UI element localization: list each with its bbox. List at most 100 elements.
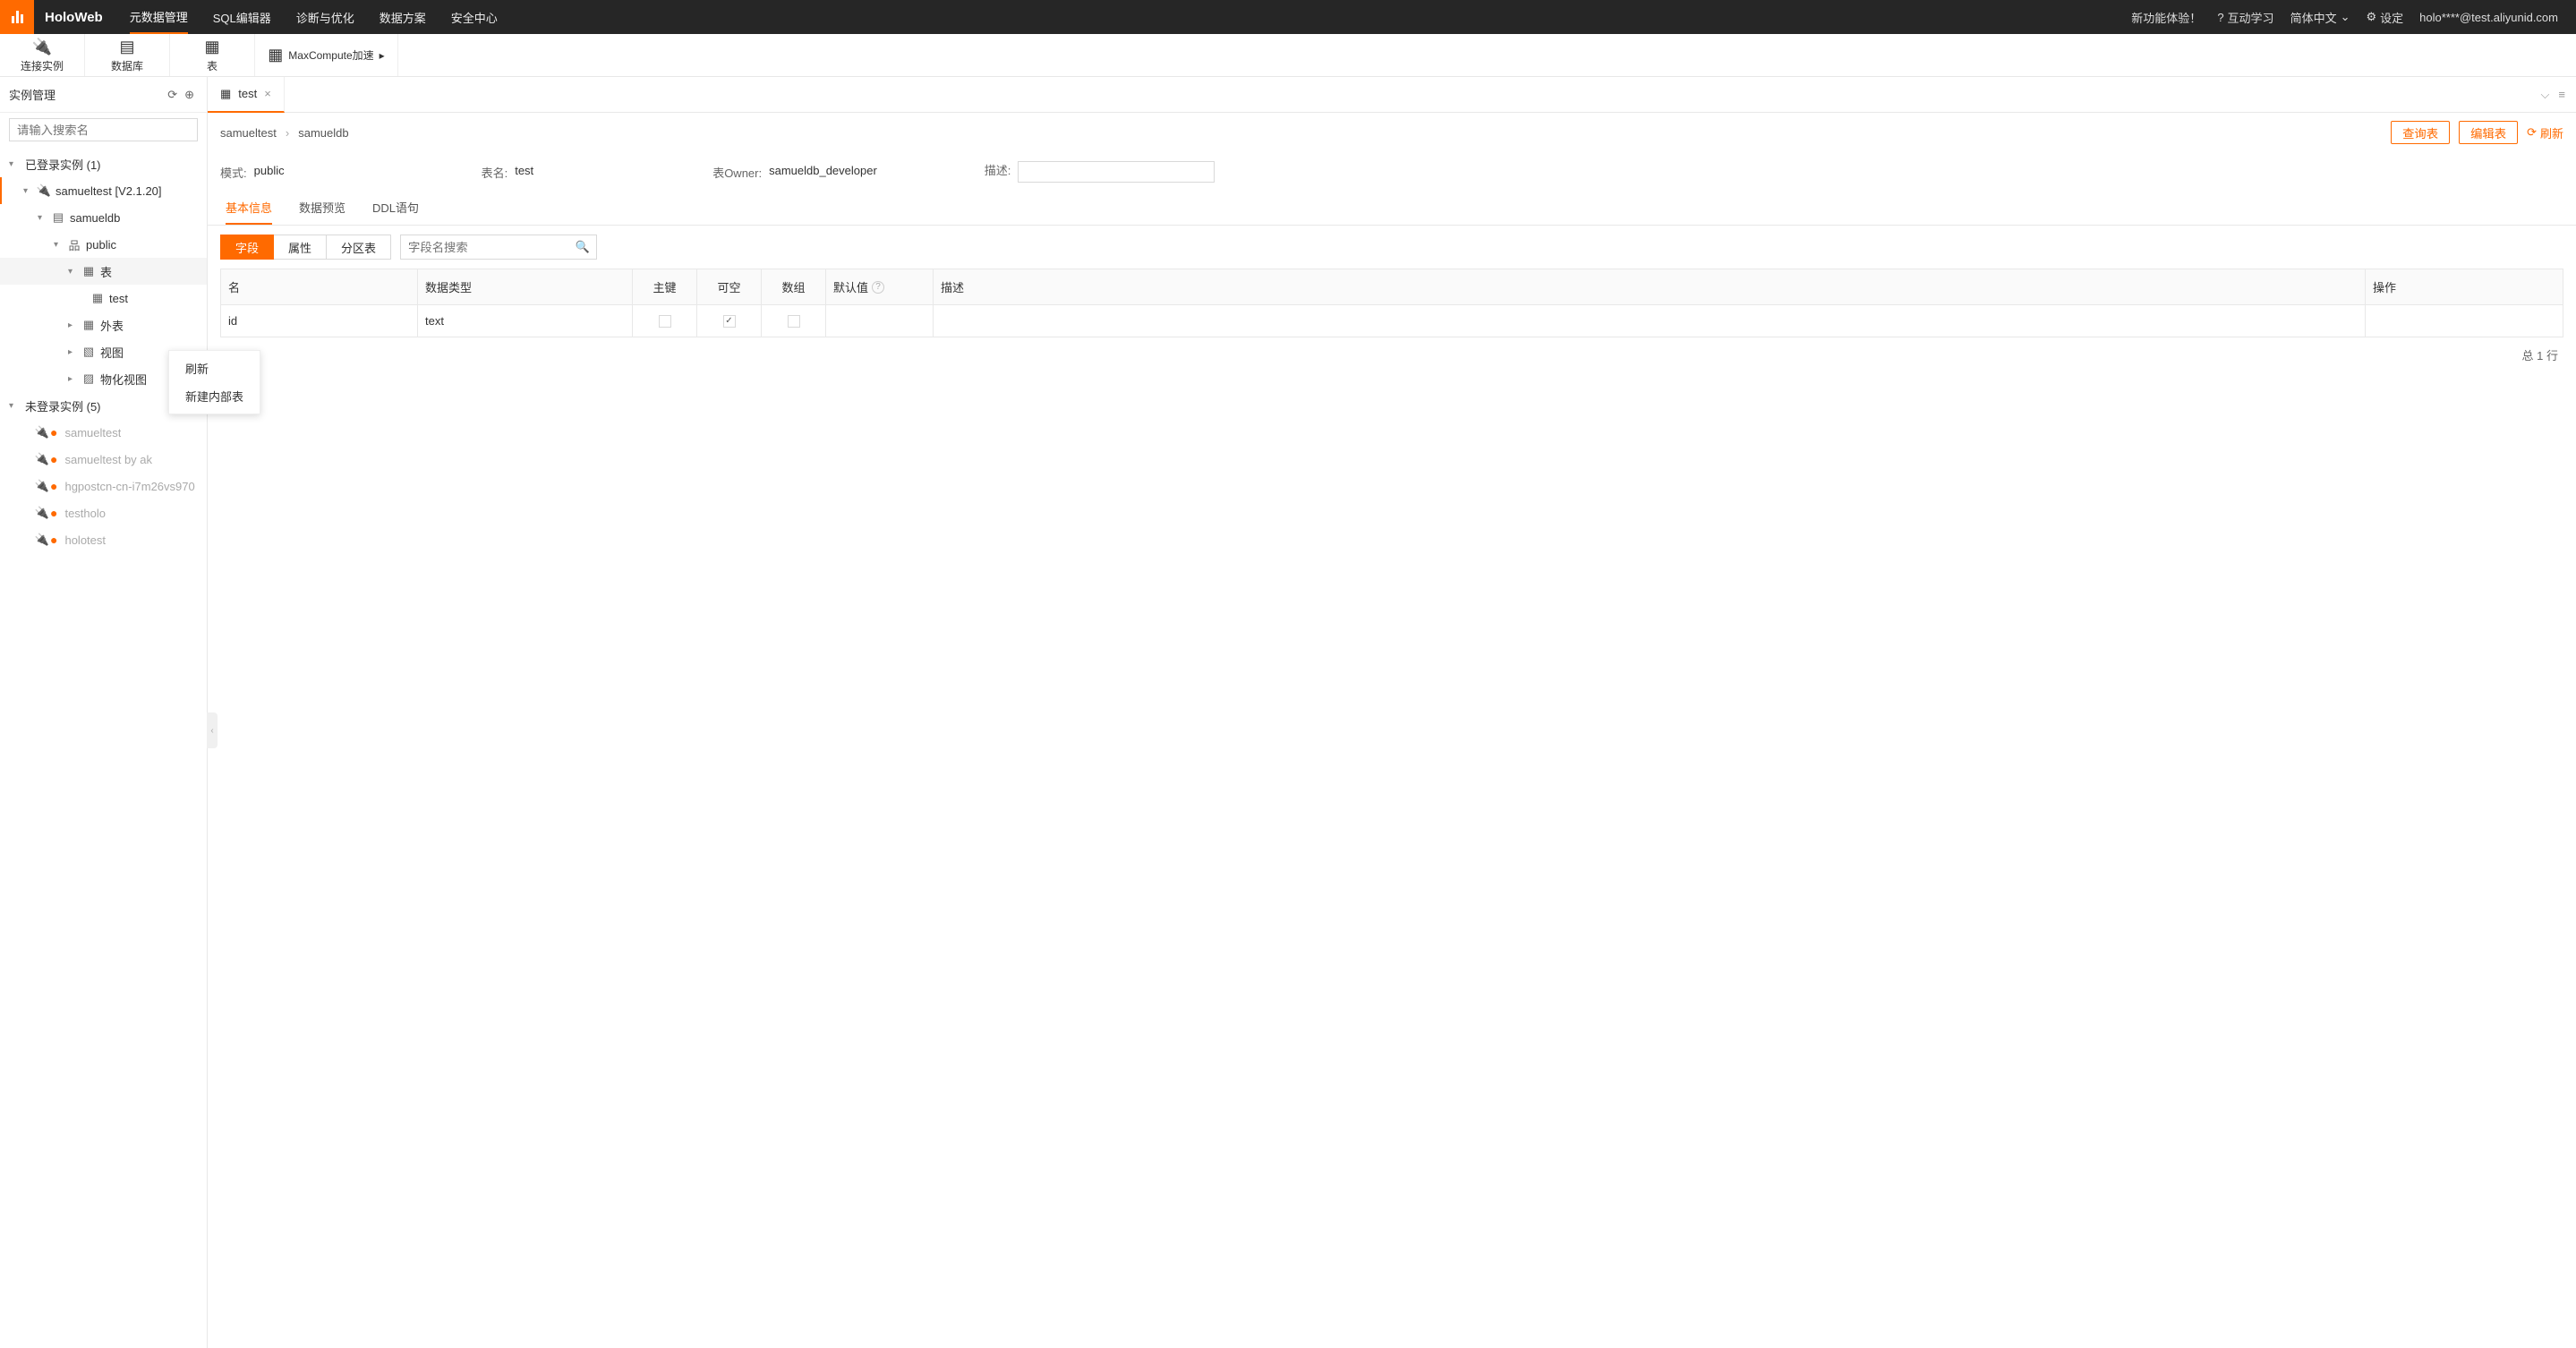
sidebar-header: 实例管理 ⟳ ⊕ <box>0 77 207 113</box>
query-table-button[interactable]: 查询表 <box>2391 121 2450 144</box>
checkbox-icon[interactable] <box>659 315 671 328</box>
nav-diagnose[interactable]: 诊断与优化 <box>296 0 354 34</box>
language-select[interactable]: 简体中文⌄ <box>2290 9 2350 26</box>
schema-icon: 品 <box>66 236 82 253</box>
collapse-sidebar-handle[interactable]: ‹ <box>207 712 218 748</box>
tree-database[interactable]: ▾▤samueldb <box>0 204 207 231</box>
cell-default <box>826 305 934 337</box>
warning-icon: ● <box>50 506 57 520</box>
tab-label: test <box>238 87 257 100</box>
nav-metadata[interactable]: 元数据管理 <box>130 0 188 34</box>
maximize-icon[interactable]: ⊕ <box>181 86 198 104</box>
context-menu: 刷新 新建内部表 <box>168 350 260 414</box>
meta-name-label: 表名: <box>482 164 508 181</box>
nav-dataplan[interactable]: 数据方案 <box>380 0 426 34</box>
table-icon: ▦ <box>204 38 219 56</box>
plug-icon: 🔌 <box>36 183 52 198</box>
field-search-input[interactable] <box>400 235 597 260</box>
search-input[interactable] <box>9 118 198 141</box>
plug-icon: 🔌 <box>34 533 50 547</box>
matview-icon: ▨ <box>81 371 97 386</box>
tree-table-test[interactable]: ▦test <box>0 285 207 311</box>
warning-icon: ● <box>50 479 57 493</box>
search-icon[interactable]: 🔍 <box>576 240 590 254</box>
subtab-basic[interactable]: 基本信息 <box>226 192 272 225</box>
edit-table-button[interactable]: 编辑表 <box>2459 121 2518 144</box>
col-default: 默认值? <box>826 269 934 304</box>
refresh-icon: ⟳ <box>2527 125 2537 140</box>
cell-type: text <box>418 305 633 337</box>
chevron-down-icon: ▾ <box>9 401 21 411</box>
cell-op <box>2366 305 2563 337</box>
col-array: 数组 <box>762 269 826 304</box>
tb-maxcompute[interactable]: ▦MaxCompute加速▸ <box>255 34 398 76</box>
subtab-ddl[interactable]: DDL语句 <box>372 192 419 225</box>
grid-icon: ▦ <box>268 46 283 64</box>
logo[interactable] <box>0 0 34 34</box>
refresh-link[interactable]: ⟳刷新 <box>2527 124 2563 141</box>
chevron-right-icon: ▸ <box>68 320 81 330</box>
chevron-right-icon: ▸ <box>380 49 385 62</box>
ctx-new-table[interactable]: 新建内部表 <box>169 382 260 410</box>
settings-link[interactable]: ⚙设定 <box>2366 9 2403 26</box>
table-row[interactable]: id text <box>221 305 2563 337</box>
tb-table[interactable]: ▦表 <box>170 34 255 76</box>
meta-owner-label: 表Owner: <box>712 164 762 181</box>
tree-instance[interactable]: ▾🔌samueltest [V2.1.20] <box>0 177 207 204</box>
tree-offline-instance[interactable]: 🔌●holotest <box>0 526 207 553</box>
tab-test[interactable]: ▦ test × <box>208 77 285 113</box>
tree-logged-in-group[interactable]: ▾已登录实例 (1) <box>0 150 207 177</box>
interactive-learning[interactable]: ?互动学习 <box>2217 9 2273 26</box>
ctx-refresh[interactable]: 刷新 <box>169 354 260 382</box>
chevron-down-icon: ▾ <box>9 159 21 169</box>
info-icon[interactable]: ? <box>872 281 884 294</box>
dropdown-icon[interactable]: ⌵ <box>2541 88 2550 102</box>
seg-fields[interactable]: 字段 <box>220 235 274 260</box>
warning-icon: ● <box>50 452 57 466</box>
checkbox-checked-icon[interactable] <box>723 315 736 328</box>
database-icon: ▤ <box>119 38 134 56</box>
new-feature-link[interactable]: 新功能体验！ <box>2131 9 2201 26</box>
seg-attrs[interactable]: 属性 <box>274 235 327 260</box>
crumb-db[interactable]: samueldb <box>298 126 348 140</box>
checkbox-icon[interactable] <box>788 315 800 328</box>
crumb-instance[interactable]: samueltest <box>220 126 277 140</box>
tree-tables-folder[interactable]: ▾▦表 <box>0 258 207 285</box>
table-folder-icon: ▦ <box>81 264 97 278</box>
table-header: 名 数据类型 主键 可空 数组 默认值? 描述 操作 <box>221 269 2563 305</box>
tree-offline-instance[interactable]: 🔌●samueltest by ak <box>0 446 207 473</box>
tree-offline-instance[interactable]: 🔌●hgpostcn-cn-i7m26vs970 <box>0 473 207 499</box>
tree-schema[interactable]: ▾品public <box>0 231 207 258</box>
meta-desc-label: 描述: <box>985 161 1011 183</box>
nav-security[interactable]: 安全中心 <box>451 0 498 34</box>
user-account[interactable]: holo****@test.aliyunid.com <box>2419 11 2558 24</box>
field-search: 🔍 <box>400 235 597 260</box>
col-null: 可空 <box>697 269 762 304</box>
tree-foreign-tables[interactable]: ▸▦外表 <box>0 311 207 338</box>
col-name: 名 <box>221 269 418 304</box>
tb-connect[interactable]: 🔌连接实例 <box>0 34 85 76</box>
chevron-down-icon: ▾ <box>54 240 66 250</box>
close-icon[interactable]: × <box>264 87 271 100</box>
subtab-preview[interactable]: 数据预览 <box>299 192 345 225</box>
nav-sql[interactable]: SQL编辑器 <box>213 0 271 34</box>
refresh-icon[interactable]: ⟳ <box>164 86 181 104</box>
warning-icon: ● <box>50 533 57 547</box>
table-footer: 总 1 行 <box>208 337 2576 372</box>
tb-database[interactable]: ▤数据库 <box>85 34 170 76</box>
meta-owner-value: samueldb_developer <box>769 164 877 181</box>
cell-desc <box>934 305 2366 337</box>
database-icon: ▤ <box>50 210 66 225</box>
tree-offline-instance[interactable]: 🔌●samueltest <box>0 419 207 446</box>
menu-icon[interactable]: ≡ <box>2558 88 2565 102</box>
tree-offline-instance[interactable]: 🔌●testholo <box>0 499 207 526</box>
warning-icon: ● <box>50 425 57 439</box>
plug-icon: 🔌 <box>34 425 50 439</box>
brand-name: HoloWeb <box>45 10 103 25</box>
description-input[interactable] <box>1018 161 1215 183</box>
editor-tabs: ▦ test × ⌵ ≡ <box>208 77 2576 113</box>
header-right: 新功能体验！ ?互动学习 简体中文⌄ ⚙设定 holo****@test.ali… <box>2131 9 2576 26</box>
chevron-right-icon: › <box>286 126 289 140</box>
seg-partition[interactable]: 分区表 <box>327 235 391 260</box>
breadcrumb: samueltest › samueldb <box>220 126 349 140</box>
